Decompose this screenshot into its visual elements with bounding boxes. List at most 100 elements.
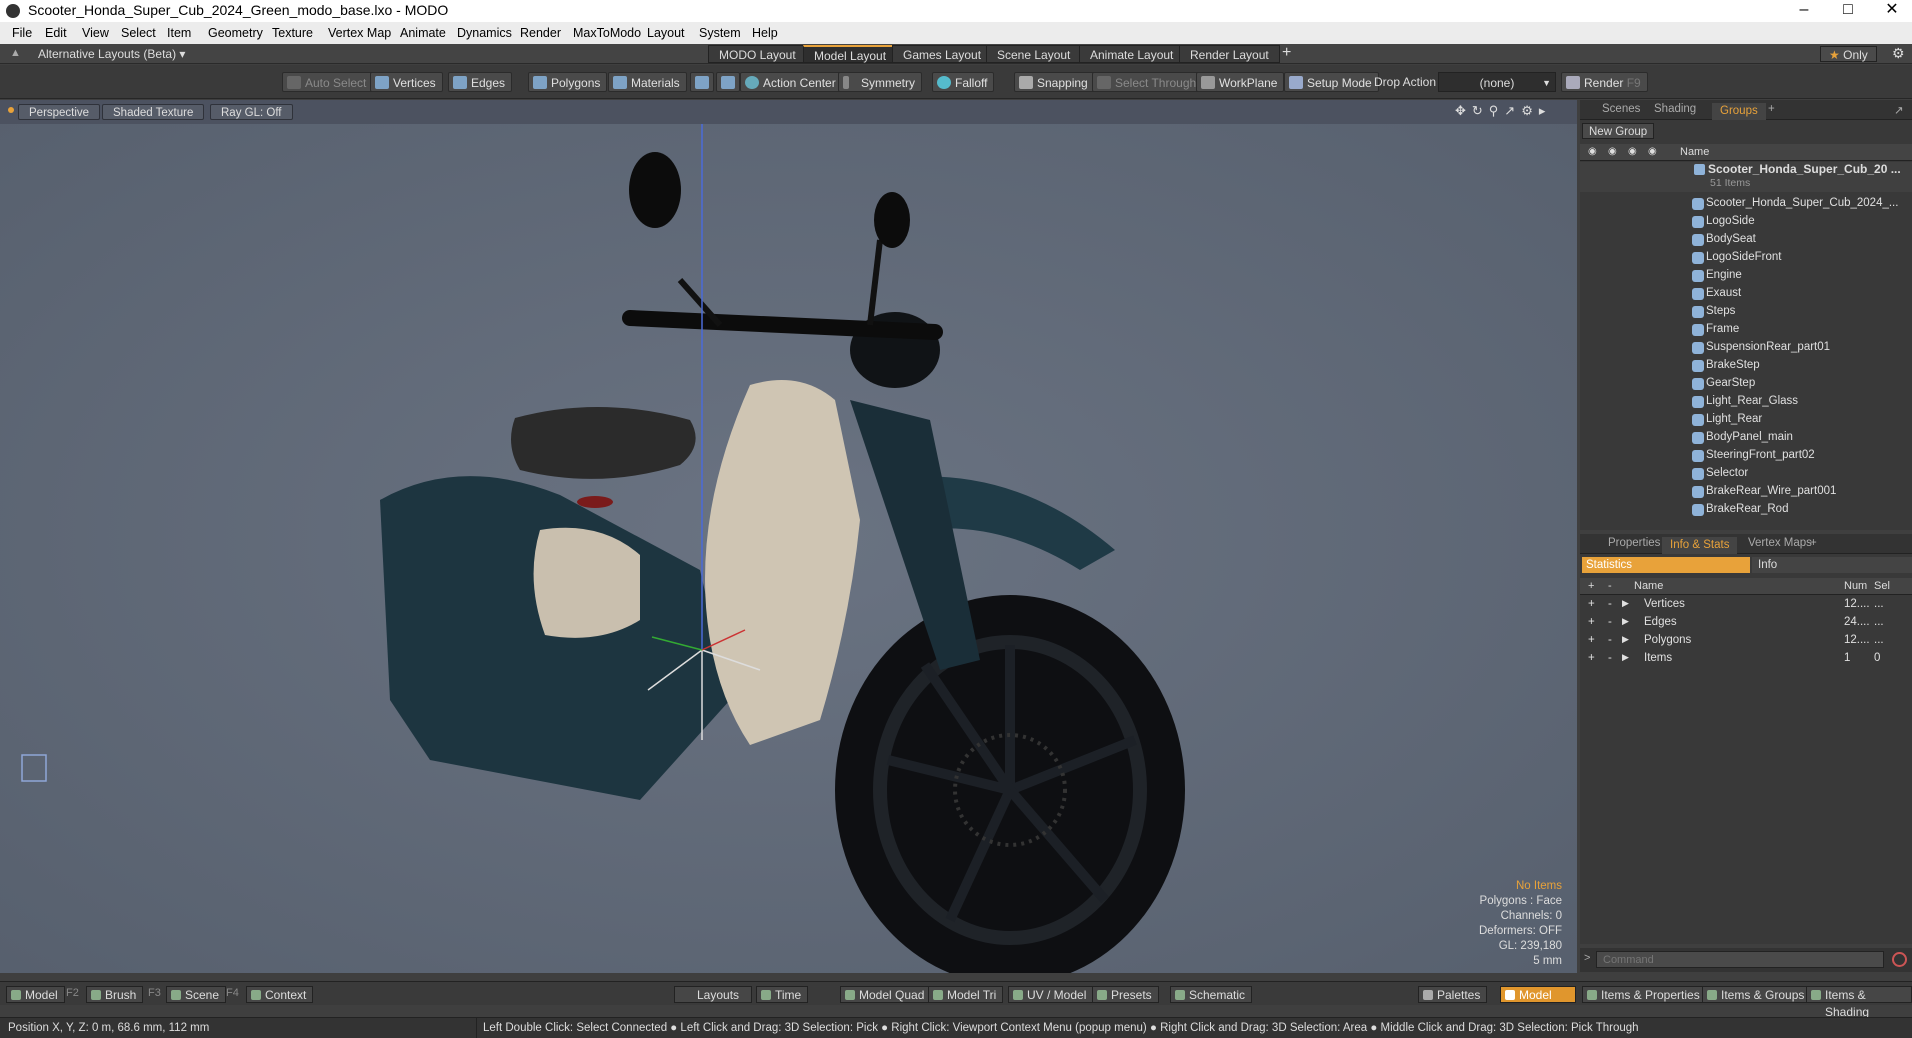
menu-select[interactable]: Select (121, 26, 156, 40)
add-layout-button[interactable]: + (1282, 44, 1291, 62)
group-item-row[interactable]: BodyPanel_main (1580, 429, 1912, 447)
tab-shading[interactable]: Shading (1646, 103, 1704, 115)
group-item-row[interactable]: LogoSide (1580, 213, 1912, 231)
collapse-minus-icon[interactable]: - (1608, 634, 1612, 646)
tab-games-layout[interactable]: Games Layout (892, 45, 993, 63)
group-item-row[interactable]: Scooter_Honda_Super_Cub_2024_... (1580, 195, 1912, 213)
shading-mode-button[interactable]: Shaded Texture (102, 104, 205, 120)
tab-animate-layout[interactable]: Animate Layout (1079, 45, 1185, 63)
materials-button[interactable]: Materials (608, 72, 687, 92)
command-input[interactable] (1596, 951, 1884, 968)
group-item-row[interactable]: BrakeRear_Wire_part001 (1580, 483, 1912, 501)
group-item-row[interactable]: GearStep (1580, 375, 1912, 393)
group-item-row[interactable]: Engine (1580, 267, 1912, 285)
group-item-row[interactable]: BodySeat (1580, 231, 1912, 249)
expand-icon[interactable]: ↗ (1886, 103, 1912, 117)
menu-system[interactable]: System (699, 26, 741, 40)
stats-row[interactable]: + - ▶ Polygons 12....... (1580, 632, 1912, 650)
auto-select-button[interactable]: Auto Select (282, 72, 374, 92)
menu-vertex-map[interactable]: Vertex Map (328, 26, 391, 40)
workplane-button[interactable]: WorkPlane (1196, 72, 1285, 92)
action-center-button[interactable]: Action Center (740, 72, 843, 92)
only-button[interactable]: ★ Only (1820, 46, 1877, 62)
stats-row[interactable]: + - ▶ Vertices 12....... (1580, 596, 1912, 614)
collapse-minus-icon[interactable]: - (1608, 616, 1612, 628)
close-button[interactable]: ✕ (1870, 0, 1912, 22)
tab-model-layout[interactable]: Model Layout (803, 45, 898, 63)
menu-maxtomodo[interactable]: MaxToModo (573, 26, 641, 40)
menu-item[interactable]: Item (167, 26, 191, 40)
group-item-row[interactable]: BrakeStep (1580, 357, 1912, 375)
palettes-button[interactable]: Palettes (1418, 986, 1488, 1003)
add-tab-button-2[interactable]: + (1802, 537, 1825, 549)
triangle-right-icon[interactable]: ▶ (1622, 634, 1629, 645)
collapse-minus-icon[interactable]: - (1608, 652, 1612, 664)
model-quad-button[interactable]: Model Quad (840, 986, 932, 1003)
layouts-button[interactable]: Layouts (674, 986, 753, 1003)
polygons-button[interactable]: Polygons (528, 72, 608, 92)
group-row[interactable]: Scooter_Honda_Super_Cub_20 ... 51 Items (1580, 162, 1912, 192)
setup-mode-button[interactable]: Setup Mode (1284, 72, 1379, 92)
viewport-nav-icons[interactable]: ✥↻⚲↗⚙▸ (1455, 103, 1551, 119)
maximize-button[interactable]: □ (1826, 0, 1870, 22)
tab-statistics[interactable]: Statistics (1582, 557, 1750, 573)
raygl-button[interactable]: Ray GL: Off (210, 104, 293, 120)
view-perspective-button[interactable]: Perspective (18, 104, 101, 120)
menu-dynamics[interactable]: Dynamics (457, 26, 512, 40)
menu-help[interactable]: Help (752, 26, 778, 40)
layout-collapse-icon[interactable]: ▲ (10, 47, 21, 59)
group-item-row[interactable]: Exaust (1580, 285, 1912, 303)
triangle-right-icon[interactable]: ▶ (1622, 598, 1629, 609)
triangle-right-icon[interactable]: ▶ (1622, 616, 1629, 627)
menu-geometry[interactable]: Geometry (208, 26, 263, 40)
uv-model-button[interactable]: UV / Model (1008, 986, 1094, 1003)
group-item-row[interactable]: Frame (1580, 321, 1912, 339)
model-tri-button[interactable]: Model Tri (928, 986, 1004, 1003)
menu-file[interactable]: File (12, 26, 32, 40)
triangle-right-icon[interactable]: ▶ (1622, 652, 1629, 663)
menu-view[interactable]: View (82, 26, 109, 40)
expand-plus-icon[interactable]: + (1588, 652, 1595, 664)
group-item-row[interactable]: Light_Rear (1580, 411, 1912, 429)
viewport-dot-icon[interactable] (8, 107, 14, 113)
tab-scene-layout[interactable]: Scene Layout (986, 45, 1082, 63)
component-mode-button[interactable] (690, 72, 714, 92)
tab-render-layout[interactable]: Render Layout (1179, 45, 1280, 63)
menu-animate[interactable]: Animate (400, 26, 446, 40)
menu-render[interactable]: Render (520, 26, 561, 40)
layout-switcher[interactable]: Alternative Layouts (Beta) ▾ (38, 47, 185, 61)
items-shading-button[interactable]: Items & Shading (1806, 986, 1912, 1019)
item-mode-button[interactable] (716, 72, 740, 92)
stats-row[interactable]: + - ▶ Items 1 0 (1580, 650, 1912, 668)
gear-icon[interactable]: ⚙ (1892, 45, 1905, 62)
tab-groups[interactable]: Groups (1712, 103, 1766, 120)
group-item-row[interactable]: Steps (1580, 303, 1912, 321)
add-tab-button[interactable]: + (1760, 103, 1783, 115)
new-group-button[interactable]: New Group (1582, 123, 1655, 139)
menu-edit[interactable]: Edit (45, 26, 67, 40)
minimize-button[interactable]: – (1782, 0, 1826, 22)
snapping-button[interactable]: Snapping (1014, 72, 1095, 92)
time-button[interactable]: Time (756, 986, 809, 1003)
context-tab-button[interactable]: Context (246, 986, 314, 1003)
model-tab-button[interactable]: Model (6, 986, 65, 1003)
falloff-button[interactable]: Falloff (932, 72, 995, 92)
items-properties-button[interactable]: Items & Properties (1582, 986, 1707, 1003)
symmetry-button[interactable]: Symmetry (838, 72, 922, 92)
presets-button[interactable]: Presets (1092, 986, 1159, 1003)
collapse-minus-icon[interactable]: - (1608, 598, 1612, 610)
render-button[interactable]: Render F9 (1561, 72, 1648, 92)
stats-row[interactable]: + - ▶ Edges 24....... (1580, 614, 1912, 632)
group-item-row[interactable]: Light_Rear_Glass (1580, 393, 1912, 411)
edges-button[interactable]: Edges (448, 72, 513, 92)
menu-layout[interactable]: Layout (647, 26, 685, 40)
group-item-row[interactable]: Selector (1580, 465, 1912, 483)
tab-modo-layout[interactable]: MODO Layout (708, 45, 807, 63)
tab-info-stats[interactable]: Info & Stats (1662, 537, 1738, 554)
record-icon[interactable] (1892, 952, 1907, 967)
model-mode-button[interactable]: Model (1500, 986, 1576, 1003)
group-item-row[interactable]: SuspensionRear_part01 (1580, 339, 1912, 357)
tab-info[interactable]: Info (1752, 557, 1912, 573)
vertices-button[interactable]: Vertices (370, 72, 443, 92)
select-through-button[interactable]: Select Through (1092, 72, 1204, 92)
